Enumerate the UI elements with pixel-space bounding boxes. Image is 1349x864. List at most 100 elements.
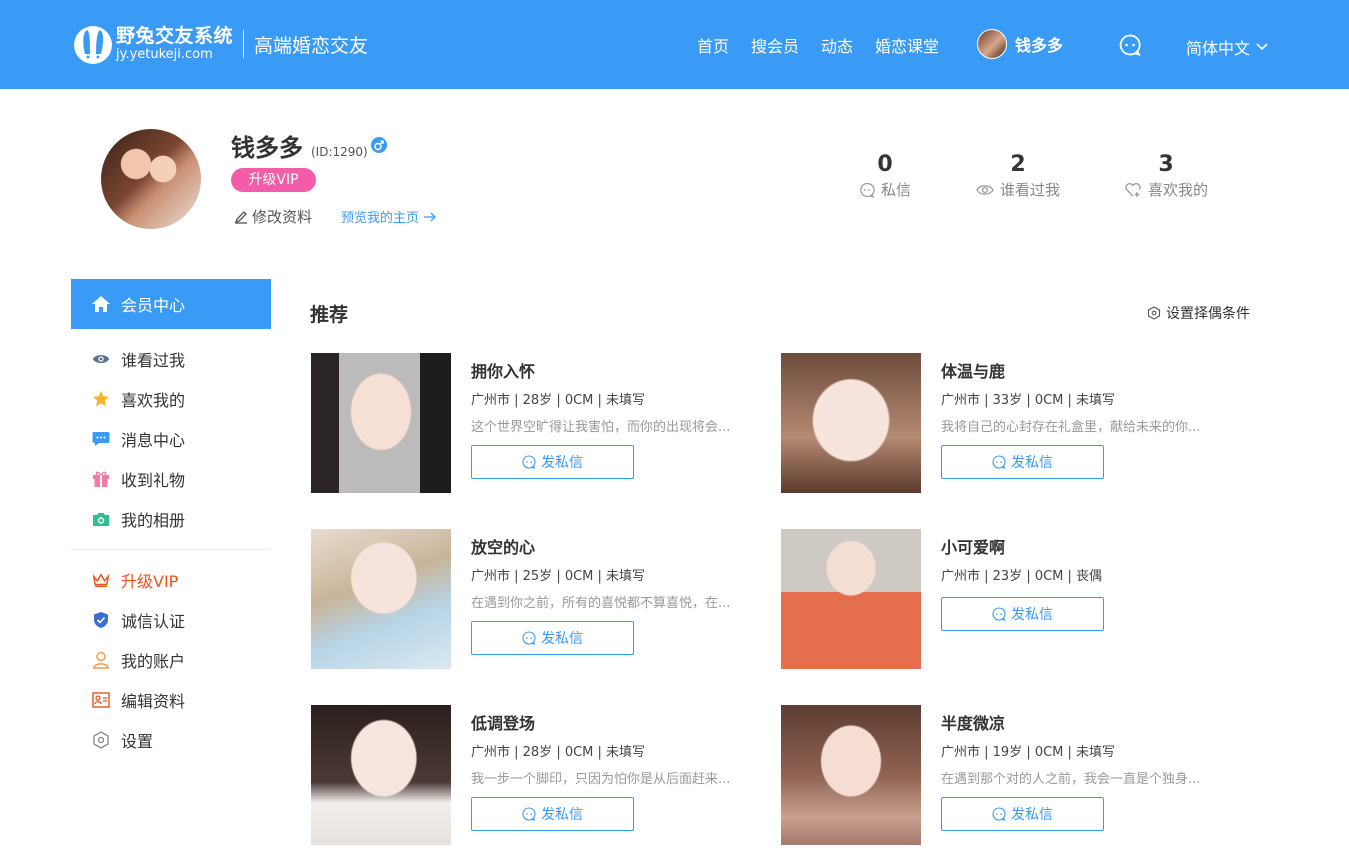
profile-card-icon bbox=[92, 692, 110, 708]
member-name[interactable]: 半度微凉 bbox=[941, 710, 1005, 734]
member-info: 广州市 | 28岁 | 0CM | 未填写 bbox=[471, 745, 646, 760]
send-message-label: 发私信 bbox=[541, 807, 583, 823]
sidebar-item-label: 设置 bbox=[121, 732, 154, 751]
logo-divider bbox=[243, 30, 245, 58]
chat-icon[interactable] bbox=[1118, 33, 1142, 57]
send-message-label: 发私信 bbox=[541, 455, 583, 471]
profile-name-row: 钱多多 (ID:1290) bbox=[231, 128, 368, 163]
logo-title: 野兔交友系统 bbox=[116, 25, 234, 47]
sidebar-item-gifts[interactable]: 收到礼物 bbox=[71, 459, 271, 499]
edit-profile-label: 修改资料 bbox=[252, 208, 313, 226]
send-message-label: 发私信 bbox=[1011, 807, 1053, 823]
home-icon bbox=[92, 296, 110, 312]
sidebar-item-label: 谁看过我 bbox=[121, 351, 186, 370]
stat-visitors-label: 谁看过我 bbox=[999, 181, 1060, 199]
stat-visitors[interactable]: 2 谁看过我 bbox=[972, 152, 1064, 200]
send-message-button[interactable]: 发私信 bbox=[941, 597, 1104, 631]
sidebar-item-verification[interactable]: 诚信认证 bbox=[71, 600, 271, 640]
chat-icon bbox=[522, 807, 536, 821]
member-card: 半度微凉 广州市 | 19岁 | 0CM | 未填写 在遇到那个对的人之前，我会… bbox=[781, 705, 1231, 845]
header-user-menu[interactable]: 钱多多 bbox=[977, 29, 1063, 59]
sidebar-item-label: 编辑资料 bbox=[121, 692, 186, 711]
member-card: 低调登场 广州市 | 28岁 | 0CM | 未填写 我一步一个脚印，只因为怕你… bbox=[311, 705, 761, 845]
upgrade-vip-button[interactable]: 升级VIP bbox=[231, 168, 316, 192]
nav-home[interactable]: 首页 bbox=[697, 33, 729, 57]
member-card: 放空的心 广州市 | 25岁 | 0CM | 未填写 在遇到你之前，所有的喜悦都… bbox=[311, 529, 761, 669]
member-photo[interactable] bbox=[781, 529, 921, 669]
member-name[interactable]: 放空的心 bbox=[471, 534, 535, 558]
member-info: 广州市 | 19岁 | 0CM | 未填写 bbox=[941, 745, 1116, 760]
camera-icon bbox=[93, 513, 109, 526]
site-logo[interactable]: 野兔交友系统 jy.yetukeji.com 高端婚恋交友 bbox=[72, 24, 368, 64]
pencil-icon bbox=[234, 210, 247, 224]
send-message-button[interactable]: 发私信 bbox=[471, 621, 634, 655]
arrow-right-icon bbox=[424, 212, 436, 221]
heart-plus-icon bbox=[1125, 182, 1141, 197]
send-message-label: 发私信 bbox=[1011, 607, 1053, 623]
member-photo[interactable] bbox=[311, 353, 451, 493]
nav-classroom[interactable]: 婚恋课堂 bbox=[875, 33, 939, 57]
set-conditions-label: 设置择偶条件 bbox=[1166, 306, 1250, 322]
sidebar-item-label: 我的相册 bbox=[121, 511, 186, 530]
chat-icon bbox=[992, 607, 1006, 621]
member-photo[interactable] bbox=[781, 353, 921, 493]
sidebar-item-album[interactable]: 我的相册 bbox=[71, 499, 271, 539]
sidebar-item-messages[interactable]: 消息中心 bbox=[71, 419, 271, 459]
language-selector[interactable]: 简体中文 bbox=[1186, 35, 1268, 59]
crown-icon bbox=[92, 573, 110, 588]
edit-profile-link[interactable]: 修改资料 bbox=[234, 206, 312, 227]
sidebar-item-label: 我的账户 bbox=[121, 652, 186, 671]
nav-search-members[interactable]: 搜会员 bbox=[751, 33, 799, 57]
member-bio: 这个世界空旷得让我害怕，而你的出现将会... bbox=[471, 420, 731, 435]
send-message-label: 发私信 bbox=[1011, 455, 1053, 471]
member-bio: 在遇到你之前，所有的喜悦都不算喜悦，在... bbox=[471, 596, 731, 611]
sidebar-item-upgrade-vip[interactable]: 升级VIP bbox=[71, 560, 271, 600]
sidebar-item-label: 升级VIP bbox=[121, 572, 179, 591]
shield-icon bbox=[94, 612, 108, 628]
member-name[interactable]: 低调登场 bbox=[471, 710, 535, 734]
main-nav: 首页 搜会员 动态 婚恋课堂 bbox=[697, 33, 961, 57]
member-name[interactable]: 拥你入怀 bbox=[471, 358, 535, 382]
member-bio: 在遇到那个对的人之前，我会一直是个独身... bbox=[941, 772, 1201, 787]
chat-bubble-icon bbox=[92, 432, 110, 446]
sidebar: 会员中心 谁看过我 喜欢我的 消息中心 收到礼物 我的相册 升级VIP 诚信认证… bbox=[71, 279, 271, 760]
sidebar-item-member-center[interactable]: 会员中心 bbox=[71, 279, 271, 329]
eye-icon bbox=[976, 184, 994, 195]
member-bio: 我将自己的心封存在礼盒里，献给未来的你... bbox=[941, 420, 1201, 435]
profile-avatar[interactable] bbox=[101, 129, 201, 229]
set-conditions-link[interactable]: 设置择偶条件 bbox=[1147, 303, 1250, 323]
sidebar-item-account[interactable]: 我的账户 bbox=[71, 640, 271, 680]
nav-moments[interactable]: 动态 bbox=[821, 33, 853, 57]
sidebar-item-likes[interactable]: 喜欢我的 bbox=[71, 379, 271, 419]
header-avatar bbox=[977, 29, 1007, 59]
member-photo[interactable] bbox=[311, 529, 451, 669]
stat-messages-count: 0 bbox=[877, 152, 893, 177]
member-name[interactable]: 体温与鹿 bbox=[941, 358, 1005, 382]
stat-visitors-count: 2 bbox=[1010, 152, 1026, 177]
header-username: 钱多多 bbox=[1015, 36, 1064, 55]
stat-likes[interactable]: 3 喜欢我的 bbox=[1120, 152, 1212, 200]
send-message-button[interactable]: 发私信 bbox=[471, 445, 634, 479]
sidebar-item-settings[interactable]: 设置 bbox=[71, 720, 271, 760]
preview-homepage-link[interactable]: 预览我的主页 bbox=[341, 207, 436, 226]
member-name[interactable]: 小可爱啊 bbox=[941, 534, 1005, 558]
male-gender-icon bbox=[371, 137, 387, 153]
member-photo[interactable] bbox=[311, 705, 451, 845]
sidebar-item-label: 诚信认证 bbox=[121, 612, 186, 631]
sidebar-item-edit-profile[interactable]: 编辑资料 bbox=[71, 680, 271, 720]
chat-icon bbox=[992, 455, 1006, 469]
member-info: 广州市 | 33岁 | 0CM | 未填写 bbox=[941, 393, 1116, 408]
section-title: 推荐 bbox=[310, 304, 349, 326]
send-message-button[interactable]: 发私信 bbox=[941, 445, 1104, 479]
member-card: 体温与鹿 广州市 | 33岁 | 0CM | 未填写 我将自己的心封存在礼盒里，… bbox=[781, 353, 1231, 493]
stat-likes-label: 喜欢我的 bbox=[1147, 181, 1208, 199]
send-message-button[interactable]: 发私信 bbox=[471, 797, 634, 831]
message-icon bbox=[860, 182, 875, 198]
member-photo[interactable] bbox=[781, 705, 921, 845]
sidebar-item-visitors[interactable]: 谁看过我 bbox=[71, 339, 271, 379]
settings-hexagon-icon bbox=[93, 731, 109, 749]
sidebar-active-label: 会员中心 bbox=[121, 296, 186, 315]
send-message-button[interactable]: 发私信 bbox=[941, 797, 1104, 831]
member-info: 广州市 | 28岁 | 0CM | 未填写 bbox=[471, 393, 646, 408]
stat-messages[interactable]: 0 私信 bbox=[855, 152, 915, 200]
